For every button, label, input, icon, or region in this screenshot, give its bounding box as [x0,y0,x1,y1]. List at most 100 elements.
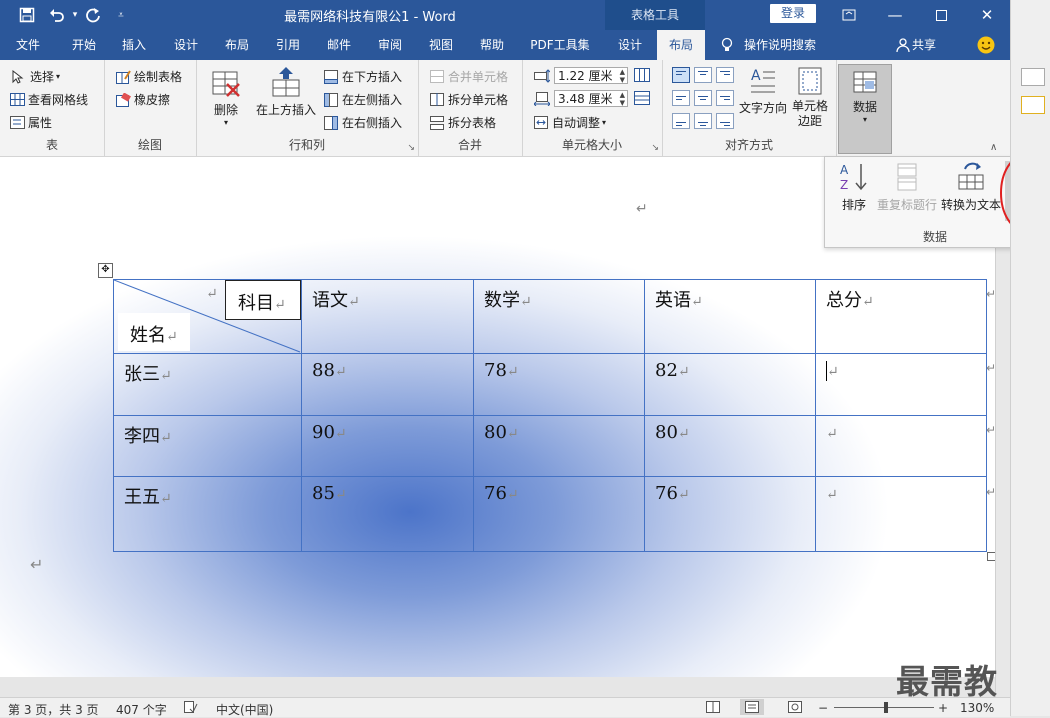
delete-button[interactable]: 删除 ▾ [208,68,244,127]
tab-insert[interactable]: 插入 [110,30,158,60]
tell-me-search[interactable]: 操作说明搜索 [744,30,824,60]
close-icon[interactable]: ✕ [964,0,1010,30]
text-direction-button[interactable]: A 文字方向 [738,66,788,116]
tab-pdf-tools[interactable]: PDF工具集 [524,30,596,60]
header-cell-chinese[interactable]: 语文↵ [301,279,474,354]
tab-view[interactable]: 视图 [417,30,465,60]
align-bottom-right-button[interactable] [716,113,734,129]
tab-file[interactable]: 文件 [4,30,52,60]
score-table[interactable]: ↵ 科目↵ 姓名↵ 语文↵ 数学↵ 英语↵ 总分↵ 张三↵ 88↵ 78↵ 82… [113,279,987,552]
column-width-stepper[interactable]: ▲ ▼ [620,91,625,107]
language-indicator[interactable]: 中文(中国) [216,701,273,718]
tab-table-design[interactable]: 设计 [606,30,654,60]
total-cell[interactable]: ↵ [815,415,987,477]
subject-textbox[interactable]: 科目↵ [225,280,301,320]
maximize-icon[interactable] [918,0,964,30]
sort-button[interactable]: AZ 排序 [833,161,875,213]
side-panel-control[interactable] [1021,68,1045,86]
score-cell[interactable]: 82↵ [644,353,816,416]
group-table: 选择 ▾ 查看网格线 属性 表 [0,60,105,156]
tab-layout[interactable]: 布局 [213,30,261,60]
insert-left-button[interactable]: 在左侧插入 [324,91,402,108]
autofit-button[interactable]: 自动调整 ▾ [534,114,606,131]
align-center-button[interactable] [694,90,712,106]
read-mode-icon[interactable] [706,701,720,716]
table-move-handle-icon[interactable]: ✥ [98,263,113,278]
align-center-left-button[interactable] [672,90,690,106]
align-bottom-center-button[interactable] [694,113,712,129]
print-layout-icon[interactable] [740,699,764,715]
insert-above-button[interactable]: 在上方插入 [254,66,318,118]
side-panel-control[interactable] [1021,96,1045,114]
align-top-left-button[interactable] [672,67,690,83]
smiley-feedback-icon[interactable] [977,36,995,57]
distribute-columns-icon[interactable] [634,91,650,108]
name-textbox[interactable]: 姓名↵ [118,313,190,351]
select-button[interactable]: 选择 ▾ [12,68,60,85]
column-width-input[interactable]: 3.48 厘米 ▲ ▼ [554,90,628,107]
name-cell[interactable]: 王五↵ [113,476,302,552]
tab-design[interactable]: 设计 [162,30,210,60]
zoom-slider-thumb[interactable] [884,702,888,713]
score-cell[interactable]: 85↵ [301,476,474,552]
score-cell[interactable]: 90↵ [301,415,474,477]
draw-table-button[interactable]: 绘制表格 [116,68,182,85]
total-cell[interactable]: ↵ [815,476,987,552]
ribbon-display-options-icon[interactable] [826,0,872,30]
insert-below-button[interactable]: 在下方插入 [324,68,402,85]
split-table-icon [430,115,445,130]
split-table-button[interactable]: 拆分表格 [430,114,496,131]
align-center-right-button[interactable] [716,90,734,106]
score-cell[interactable]: 88↵ [301,353,474,416]
score-cell[interactable]: 78↵ [473,353,645,416]
repeat-header-rows-button[interactable]: 重复标题行 [875,161,939,213]
rows-columns-launcher-icon[interactable]: ↘ [407,143,415,153]
score-cell[interactable]: 76↵ [644,476,816,552]
page-count[interactable]: 第 3 页，共 3 页 [8,701,99,718]
split-cells-button[interactable]: 拆分单元格 [430,91,508,108]
properties-button[interactable]: 属性 [10,114,52,131]
tab-references[interactable]: 引用 [264,30,312,60]
tab-help[interactable]: 帮助 [468,30,516,60]
name-cell[interactable]: 李四↵ [113,415,302,477]
cell-size-launcher-icon[interactable]: ↘ [651,143,659,153]
score-cell[interactable]: 80↵ [644,415,816,477]
header-cell-math[interactable]: 数学↵ [473,279,645,354]
insert-below-label: 在下方插入 [342,70,403,84]
diagonal-header-cell[interactable]: ↵ 科目↵ 姓名↵ [113,279,302,354]
align-top-right-button[interactable] [716,67,734,83]
share-button[interactable]: 共享 [912,30,942,60]
convert-to-text-button[interactable]: 转换为文本 [939,161,1003,213]
zoom-out-icon[interactable]: − [818,701,828,715]
align-bottom-left-button[interactable] [672,113,690,129]
cell-text: 王五 [124,487,160,508]
minimize-icon[interactable]: — [872,0,918,30]
row-height-input[interactable]: 1.22 厘米 ▲ ▼ [554,67,628,84]
word-count[interactable]: 407 个字 [116,701,167,718]
tab-mailings[interactable]: 邮件 [315,30,363,60]
insert-right-button[interactable]: 在右侧插入 [324,114,402,131]
align-top-center-button[interactable] [694,67,712,83]
login-button[interactable]: 登录 [770,4,816,23]
header-cell-total[interactable]: 总分↵ [815,279,987,354]
row-height-stepper[interactable]: ▲ ▼ [620,68,625,84]
data-dropdown-button[interactable]: 数据 ▾ [838,64,892,154]
zoom-in-icon[interactable]: + [938,701,948,715]
score-cell[interactable]: 80↵ [473,415,645,477]
total-cell-active[interactable]: ↵ [815,353,987,416]
zoom-level[interactable]: 130% [960,701,994,715]
web-layout-icon[interactable] [788,701,802,716]
header-cell-english[interactable]: 英语↵ [644,279,816,354]
name-cell[interactable]: 张三↵ [113,353,302,416]
tab-home[interactable]: 开始 [60,30,108,60]
cell-margins-button[interactable]: 单元格边距 [788,66,832,129]
eraser-button[interactable]: 橡皮擦 [116,91,170,108]
distribute-rows-icon[interactable] [634,68,650,85]
tab-table-layout[interactable]: 布局 [657,30,705,60]
view-gridlines-button[interactable]: 查看网格线 [10,91,88,108]
tab-review[interactable]: 审阅 [366,30,414,60]
proofing-icon[interactable] [184,701,198,717]
merge-cells-button[interactable]: 合并单元格 [430,68,508,85]
collapse-ribbon-icon[interactable]: ∧ [990,142,997,153]
score-cell[interactable]: 76↵ [473,476,645,552]
